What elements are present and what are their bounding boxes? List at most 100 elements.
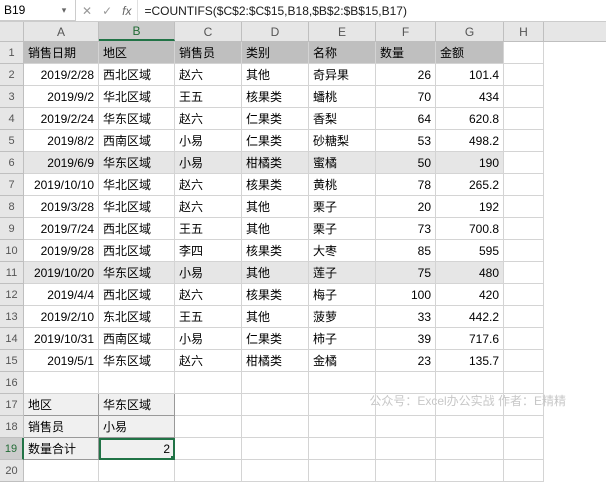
cell-seller[interactable]: 赵六 <box>175 108 242 130</box>
selected-cell[interactable]: 2 <box>99 438 175 460</box>
cell-empty[interactable] <box>175 372 242 394</box>
cell-seller[interactable]: 赵六 <box>175 350 242 372</box>
cell-date[interactable]: 2019/5/1 <box>24 350 99 372</box>
cell-qty[interactable]: 100 <box>376 284 436 306</box>
cell[interactable] <box>242 438 309 460</box>
cell-region[interactable]: 华东区域 <box>99 152 175 174</box>
cell-name[interactable]: 奇异果 <box>309 64 376 86</box>
cell-empty[interactable] <box>504 174 544 196</box>
cell-empty[interactable] <box>376 372 436 394</box>
cell-amount[interactable]: 480 <box>436 262 504 284</box>
cell-qty[interactable]: 78 <box>376 174 436 196</box>
header-cell[interactable]: 名称 <box>309 42 376 64</box>
row-header[interactable]: 15 <box>0 350 24 372</box>
cell-region[interactable]: 华东区域 <box>99 108 175 130</box>
cell-empty[interactable] <box>309 372 376 394</box>
confirm-icon[interactable]: ✓ <box>102 4 112 18</box>
cell[interactable] <box>504 416 544 438</box>
cell-amount[interactable]: 265.2 <box>436 174 504 196</box>
cell-amount[interactable]: 700.8 <box>436 218 504 240</box>
cell-category[interactable]: 其他 <box>242 64 309 86</box>
cell-region[interactable]: 西北区域 <box>99 64 175 86</box>
cell-qty[interactable]: 64 <box>376 108 436 130</box>
cell[interactable] <box>175 416 242 438</box>
select-all-corner[interactable] <box>0 22 24 41</box>
cell[interactable] <box>175 394 242 416</box>
cell-qty[interactable]: 33 <box>376 306 436 328</box>
cell-qty[interactable]: 73 <box>376 218 436 240</box>
column-header-F[interactable]: F <box>376 22 436 41</box>
cell-date[interactable]: 2019/2/28 <box>24 64 99 86</box>
cell-region[interactable]: 西北区域 <box>99 284 175 306</box>
cell[interactable] <box>504 394 544 416</box>
summary-label-total[interactable]: 数量合计 <box>24 438 99 460</box>
cell-date[interactable]: 2019/7/24 <box>24 218 99 240</box>
summary-label-region[interactable]: 地区 <box>24 394 99 416</box>
cell-amount[interactable]: 135.7 <box>436 350 504 372</box>
cell-empty[interactable] <box>504 350 544 372</box>
cell-name[interactable]: 柿子 <box>309 328 376 350</box>
cell-empty[interactable] <box>504 372 544 394</box>
cell-empty[interactable] <box>436 460 504 482</box>
cell-empty[interactable] <box>504 262 544 284</box>
cell-empty[interactable] <box>504 130 544 152</box>
cell-amount[interactable]: 620.8 <box>436 108 504 130</box>
formula-input[interactable]: =COUNTIFS($C$2:$C$15,B18,$B$2:$B$15,B17) <box>138 0 606 21</box>
cell[interactable] <box>309 438 376 460</box>
cell-empty[interactable] <box>24 460 99 482</box>
row-header[interactable]: 16 <box>0 372 24 394</box>
cell-category[interactable]: 核果类 <box>242 240 309 262</box>
cell-category[interactable]: 仁果类 <box>242 130 309 152</box>
cell-seller[interactable]: 赵六 <box>175 196 242 218</box>
cell-date[interactable]: 2019/2/24 <box>24 108 99 130</box>
cell-category[interactable]: 核果类 <box>242 284 309 306</box>
cell-category[interactable]: 柑橘类 <box>242 152 309 174</box>
cell-name[interactable]: 栗子 <box>309 218 376 240</box>
cell-empty[interactable] <box>504 152 544 174</box>
cell-qty[interactable]: 85 <box>376 240 436 262</box>
cell-amount[interactable]: 434 <box>436 86 504 108</box>
cell-empty[interactable] <box>504 460 544 482</box>
row-header[interactable]: 20 <box>0 460 24 482</box>
cell-name[interactable]: 砂糖梨 <box>309 130 376 152</box>
summary-value-region[interactable]: 华东区域 <box>99 394 175 416</box>
cell-region[interactable]: 东北区域 <box>99 306 175 328</box>
header-cell[interactable]: 销售日期 <box>24 42 99 64</box>
cell-region[interactable]: 华北区域 <box>99 196 175 218</box>
cell-empty[interactable] <box>436 372 504 394</box>
cell-category[interactable]: 仁果类 <box>242 328 309 350</box>
cell-date[interactable]: 2019/8/2 <box>24 130 99 152</box>
header-cell[interactable]: 地区 <box>99 42 175 64</box>
row-header[interactable]: 7 <box>0 174 24 196</box>
cell-name[interactable]: 蟠桃 <box>309 86 376 108</box>
column-header-H[interactable]: H <box>504 22 544 41</box>
cell-seller[interactable]: 小易 <box>175 262 242 284</box>
cell-seller[interactable]: 小易 <box>175 328 242 350</box>
cell-seller[interactable]: 赵六 <box>175 174 242 196</box>
cell-date[interactable]: 2019/6/9 <box>24 152 99 174</box>
cell-name[interactable]: 栗子 <box>309 196 376 218</box>
cell-empty[interactable] <box>504 196 544 218</box>
row-header[interactable]: 3 <box>0 86 24 108</box>
header-cell[interactable]: 数量 <box>376 42 436 64</box>
cell-date[interactable]: 2019/9/2 <box>24 86 99 108</box>
cell-date[interactable]: 2019/10/10 <box>24 174 99 196</box>
cell-amount[interactable]: 101.4 <box>436 64 504 86</box>
cell[interactable] <box>242 416 309 438</box>
row-header[interactable]: 6 <box>0 152 24 174</box>
row-header[interactable]: 10 <box>0 240 24 262</box>
cell-empty[interactable] <box>504 306 544 328</box>
cell-seller[interactable]: 李四 <box>175 240 242 262</box>
cell-qty[interactable]: 53 <box>376 130 436 152</box>
cell-empty[interactable] <box>504 86 544 108</box>
cell-qty[interactable]: 39 <box>376 328 436 350</box>
cell-seller[interactable]: 小易 <box>175 152 242 174</box>
row-header[interactable]: 19 <box>0 438 24 460</box>
column-header-C[interactable]: C <box>175 22 242 41</box>
cell-amount[interactable]: 192 <box>436 196 504 218</box>
cell-seller[interactable]: 王五 <box>175 218 242 240</box>
cell[interactable] <box>376 394 436 416</box>
cell-region[interactable]: 华北区域 <box>99 86 175 108</box>
cell-seller[interactable]: 王五 <box>175 86 242 108</box>
cell-date[interactable]: 2019/10/20 <box>24 262 99 284</box>
